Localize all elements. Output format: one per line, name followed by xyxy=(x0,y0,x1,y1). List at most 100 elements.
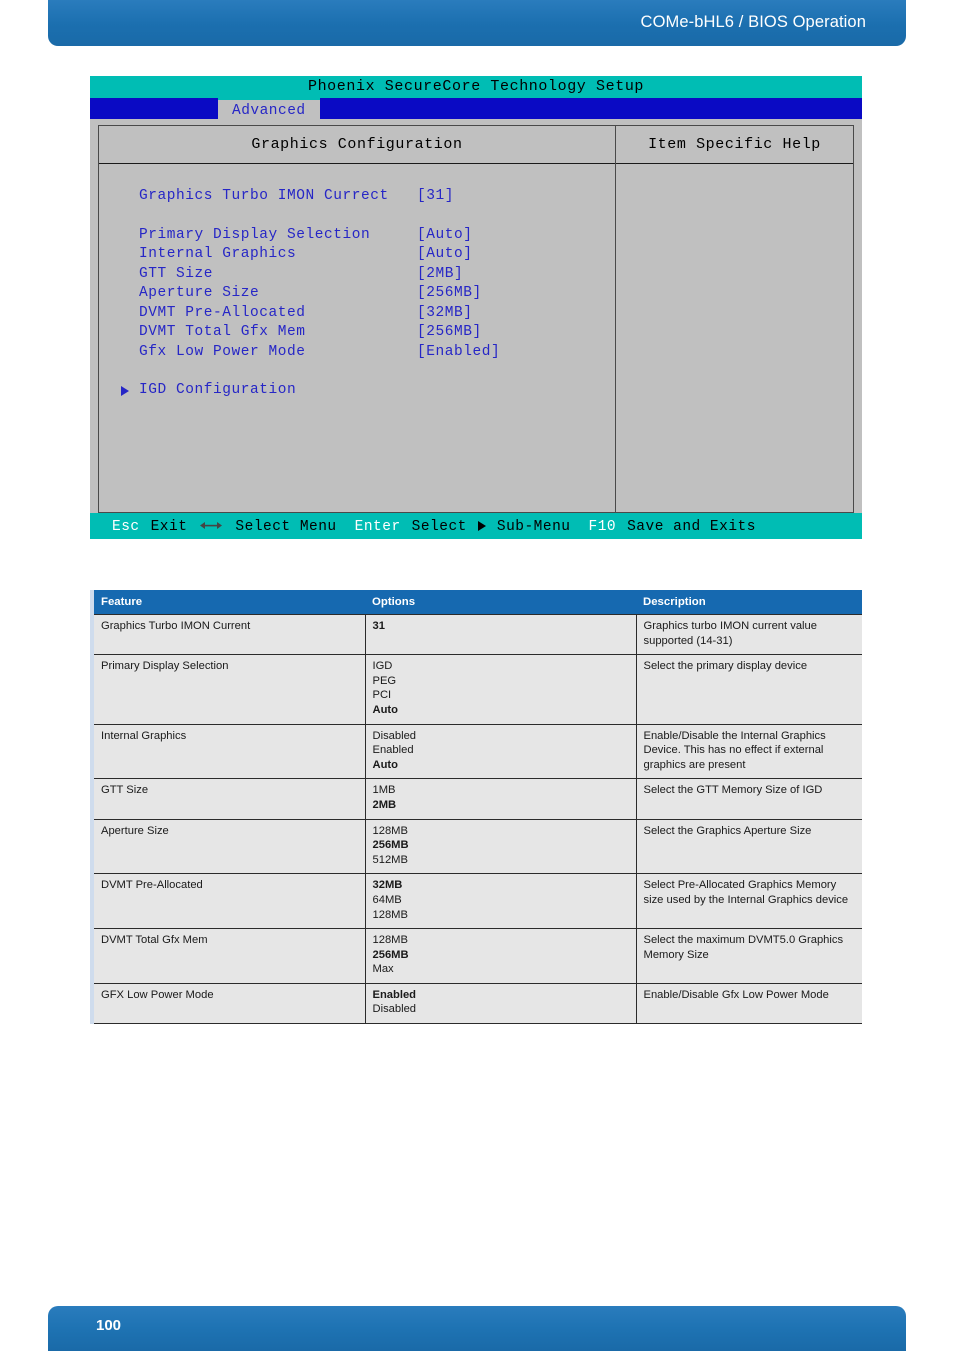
cell-description: Select the maximum DVMT5.0 Graphics Memo… xyxy=(636,928,862,984)
item-specific-help-panel: Item Specific Help xyxy=(616,126,853,512)
bios-submenu-igd-configuration[interactable]: IGD Configuration xyxy=(121,381,615,401)
bios-setting-value[interactable]: [2MB] xyxy=(417,265,463,285)
cell-description: Select Pre-Allocated Graphics Memory siz… xyxy=(636,873,862,930)
bios-setting-row[interactable]: Primary Display Selection [Auto] xyxy=(139,226,615,246)
table-row: DVMT Total Gfx Mem 128MB 256MB Max Select th… xyxy=(92,928,862,984)
option-default: 256MB xyxy=(372,948,409,961)
bios-setting-label: DVMT Total Gfx Mem xyxy=(139,324,306,340)
cell-description: Enable/Disable Gfx Low Power Mode xyxy=(636,982,862,1025)
cell-options: IGD PEG PCI Auto xyxy=(365,654,637,725)
bios-setting-row[interactable]: DVMT Total Gfx Mem [256MB] xyxy=(139,323,615,343)
table-body: Graphics Turbo IMON Current 31 Graphics tu… xyxy=(92,613,862,1025)
bios-submenu-label: IGD Configuration xyxy=(139,382,297,398)
key-enter-action: Select xyxy=(411,518,467,535)
cell-feature: Primary Display Selection xyxy=(92,654,366,725)
option-value: 512MB xyxy=(372,853,408,866)
cell-feature: Graphics Turbo IMON Current xyxy=(92,613,366,656)
option-default: Auto xyxy=(372,758,398,771)
table-row: Primary Display Selection IGD PEG PCI Auto Se… xyxy=(92,654,862,725)
option-value: Enabled xyxy=(372,744,414,757)
table-row: GTT Size 1MB 2MB Select the GTT Memory Size… xyxy=(92,778,862,820)
page-footer-bar: 100 xyxy=(48,1306,906,1351)
option-value: 128MB xyxy=(372,908,408,921)
bios-setting-label: Internal Graphics xyxy=(139,246,297,262)
option-value: IGD xyxy=(372,660,393,673)
option-value: 128MB xyxy=(372,934,408,947)
table-row: Aperture Size 128MB 256MB 512MB Select the G… xyxy=(92,818,862,875)
cell-feature: GTT Size xyxy=(92,778,366,820)
graphics-configuration-panel: Graphics Configuration Graphics Turbo IM… xyxy=(99,126,616,512)
bios-setting-row[interactable]: Gfx Low Power Mode [Enabled] xyxy=(139,343,615,363)
bios-setting-value[interactable]: [Auto] xyxy=(417,226,473,246)
table-header: Feature Options Description xyxy=(92,590,862,615)
bios-setting-label: Graphics Turbo IMON Currect xyxy=(139,188,389,204)
bios-settings-table: Feature Options Description Graphics Tur… xyxy=(90,590,862,1025)
tab-advanced[interactable]: Advanced xyxy=(218,98,320,119)
cell-description: Select the Graphics Aperture Size xyxy=(636,818,862,875)
cell-feature: Aperture Size xyxy=(92,818,366,875)
option-default: 2MB xyxy=(372,798,397,811)
cell-options: 128MB 256MB Max xyxy=(365,928,637,984)
cell-description: Enable/Disable the Internal Graphics Dev… xyxy=(636,723,862,780)
option-value: Disabled xyxy=(372,1003,417,1016)
triangle-right-icon xyxy=(121,385,129,396)
panel-heading-graphics-configuration: Graphics Configuration xyxy=(99,126,615,164)
option-value: Max xyxy=(372,963,394,976)
bios-setting-label: Gfx Low Power Mode xyxy=(139,343,306,360)
cell-feature: DVMT Pre-Allocated xyxy=(92,873,366,930)
bios-setting-row[interactable]: DVMT Pre-Allocated [32MB] xyxy=(139,304,615,324)
bios-setting-row[interactable]: Aperture Size [256MB] xyxy=(139,284,615,304)
bios-setting-value[interactable]: [256MB] xyxy=(417,323,482,343)
page-header-title: COMe-bHL6 / BIOS Operation xyxy=(640,13,866,31)
bios-body: Graphics Configuration Graphics Turbo IM… xyxy=(90,119,862,513)
bios-setting-value[interactable]: [Enabled] xyxy=(417,343,500,363)
cell-options: Disabled Enabled Auto xyxy=(365,723,637,780)
option-default: Auto xyxy=(372,703,398,716)
column-header-description: Description xyxy=(636,590,862,615)
arrow-left-right-icon xyxy=(198,513,224,539)
cell-options: 31 xyxy=(365,613,637,656)
bios-setting-value[interactable]: [256MB] xyxy=(417,284,482,304)
cell-options: 1MB 2MB xyxy=(365,778,637,820)
table-row: Internal Graphics Disabled Enabled Auto Enab… xyxy=(92,723,862,780)
bios-setting-value[interactable]: [32MB] xyxy=(417,304,473,324)
bios-setting-row[interactable]: Graphics Turbo IMON Currect [31] xyxy=(139,187,615,207)
column-header-feature: Feature xyxy=(92,590,365,615)
table-row: GFX Low Power Mode Enabled Disabled Enable/… xyxy=(92,982,862,1025)
option-value: 128MB xyxy=(372,824,408,837)
settings-list: Graphics Turbo IMON Currect [31] Primary D… xyxy=(99,164,615,401)
bios-setting-row[interactable]: GTT Size [2MB] xyxy=(139,265,615,285)
page-header-bar: COMe-bHL6 / BIOS Operation xyxy=(48,0,906,46)
key-esc: Esc xyxy=(112,518,140,535)
table-header-row: Feature Options Description xyxy=(92,590,862,615)
key-arrows-action: Select Menu xyxy=(235,518,337,535)
option-value: 64MB xyxy=(372,893,402,906)
bios-setting-value[interactable]: [31] xyxy=(417,187,454,207)
cell-feature: DVMT Total Gfx Mem xyxy=(92,928,366,984)
option-default: Enabled xyxy=(372,988,417,1001)
bios-setting-label: Aperture Size xyxy=(139,285,260,301)
option-default: 256MB xyxy=(372,839,409,852)
option-default: 32MB xyxy=(372,879,403,892)
option-value: PCI xyxy=(372,689,392,702)
cell-options: 32MB 64MB 128MB xyxy=(365,873,637,930)
page-number: 100 xyxy=(96,1317,122,1334)
bios-setting-value[interactable]: [Auto] xyxy=(417,245,473,265)
bios-setting-row[interactable]: Internal Graphics [Auto] xyxy=(139,245,615,265)
bios-setting-label: DVMT Pre-Allocated xyxy=(139,304,306,321)
cell-options: 128MB 256MB 512MB xyxy=(365,818,637,875)
key-enter: Enter xyxy=(354,518,401,535)
bios-panels: Graphics Configuration Graphics Turbo IM… xyxy=(98,125,854,513)
panel-heading-item-specific-help: Item Specific Help xyxy=(616,126,853,164)
bios-title: Phoenix SecureCore Technology Setup xyxy=(90,76,862,98)
table-row: DVMT Pre-Allocated 32MB 64MB 128MB Select Pr… xyxy=(92,873,862,930)
key-f10-action: Save and Exits xyxy=(627,518,756,535)
cell-description: Graphics turbo IMON current value suppor… xyxy=(636,613,862,656)
cell-description: Select the GTT Memory Size of IGD xyxy=(636,778,862,820)
table-row: Graphics Turbo IMON Current 31 Graphics tu… xyxy=(92,613,862,656)
key-esc-action: Exit xyxy=(150,518,188,535)
option-value: PEG xyxy=(372,674,397,687)
bios-screen: Phoenix SecureCore Technology Setup Adva… xyxy=(90,76,862,539)
settings-spacer xyxy=(139,207,615,226)
cell-feature: Internal Graphics xyxy=(92,723,366,780)
